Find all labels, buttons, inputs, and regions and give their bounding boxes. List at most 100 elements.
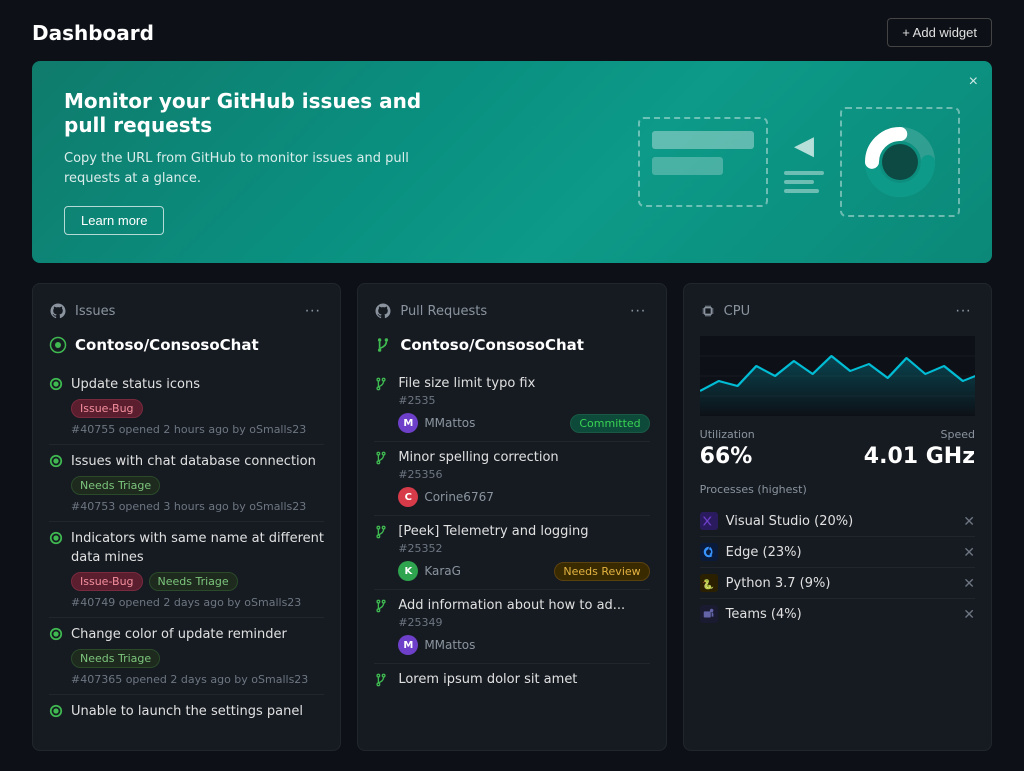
process-name: Teams (4%)	[726, 607, 964, 622]
process-close-button[interactable]: ✕	[963, 513, 975, 530]
pr-merge-icon	[374, 525, 388, 581]
github-icon	[49, 302, 67, 320]
issues-repo-title: Contoso/ConsosoChat	[49, 336, 324, 354]
illus-box-left	[638, 117, 768, 207]
issues-list: Update status icons Issue-Bug #40755 ope…	[49, 368, 324, 734]
main-content: Monitor your GitHub issues and pull requ…	[0, 61, 1024, 771]
process-item: Teams (4%) ✕	[700, 599, 975, 629]
pr-merge-icon	[374, 673, 388, 691]
process-close-button[interactable]: ✕	[963, 544, 975, 561]
process-item: Edge (23%) ✕	[700, 537, 975, 568]
cpu-widget-header: CPU ···	[700, 300, 975, 322]
issues-menu-button[interactable]: ···	[300, 300, 324, 322]
issues-widget: Issues ··· Contoso/ConsosoChat	[32, 283, 341, 751]
issue-item: Unable to launch the settings panel	[49, 695, 324, 734]
donut-chart-icon	[860, 122, 940, 202]
pr-merge-icon	[374, 599, 388, 655]
banner-description: Copy the URL from GitHub to monitor issu…	[64, 149, 444, 188]
issue-content: Update status icons Issue-Bug #40755 ope…	[71, 376, 324, 436]
process-close-button[interactable]: ✕	[963, 575, 975, 592]
pr-item: Minor spelling correction #25356 C Corin…	[374, 442, 649, 516]
pr-item: Add information about how to ad... #2534…	[374, 590, 649, 664]
process-close-button[interactable]: ✕	[963, 606, 975, 623]
vs-icon	[700, 512, 718, 530]
cpu-widget: CPU ···	[683, 283, 992, 751]
tag-bug: Issue-Bug	[71, 399, 143, 418]
cpu-stats: Utilization 66% Speed 4.01 GHz	[700, 428, 975, 469]
speed-stat: Speed 4.01 GHz	[864, 428, 975, 469]
tag-triage: Needs Triage	[149, 572, 238, 591]
issues-header-left: Issues	[49, 302, 115, 320]
cpu-icon	[700, 303, 716, 319]
tag-triage: Needs Triage	[71, 649, 160, 668]
issue-content: Change color of update reminder Needs Tr…	[71, 626, 324, 686]
pr-content: Lorem ipsum dolor sit amet	[398, 672, 649, 691]
learn-more-button[interactable]: Learn more	[64, 206, 164, 235]
pr-avatar: K	[398, 561, 418, 581]
banner-close-button[interactable]: ×	[969, 73, 978, 91]
speed-label: Speed	[864, 428, 975, 441]
issue-content: Issues with chat database connection Nee…	[71, 453, 324, 513]
page-title: Dashboard	[32, 21, 154, 45]
issue-open-icon	[49, 704, 63, 726]
pr-content: Add information about how to ad... #2534…	[398, 598, 649, 655]
pr-list: File size limit typo fix #2535 M MMattos…	[374, 368, 649, 699]
svg-text:🐍: 🐍	[702, 578, 714, 590]
illus-line	[784, 180, 814, 184]
teams-icon	[700, 605, 718, 623]
illus-arrow-section: ◀	[784, 131, 824, 193]
pr-header-left: Pull Requests	[374, 302, 487, 320]
pr-icon	[374, 336, 392, 354]
banner-content: Monitor your GitHub issues and pull requ…	[64, 89, 444, 235]
cpu-chart	[700, 336, 975, 416]
pr-avatar: M	[398, 413, 418, 433]
issue-item: Change color of update reminder Needs Tr…	[49, 618, 324, 695]
pr-content: Minor spelling correction #25356 C Corin…	[398, 450, 649, 507]
issue-item: Issues with chat database connection Nee…	[49, 445, 324, 522]
illus-lines	[784, 171, 824, 193]
pr-merge-icon	[374, 377, 388, 433]
pr-content: File size limit typo fix #2535 M MMattos…	[398, 376, 649, 433]
pr-user: K KaraG	[398, 561, 461, 581]
cpu-line-chart	[700, 336, 975, 416]
speed-value: 4.01 GHz	[864, 444, 975, 469]
pr-badge-committed: Committed	[570, 414, 649, 433]
issue-open-icon	[49, 627, 63, 686]
pr-user: M MMattos	[398, 413, 475, 433]
pr-user: C Corine6767	[398, 487, 494, 507]
pr-widget-header: Pull Requests ···	[374, 300, 649, 322]
illus-bar	[652, 157, 723, 175]
pr-widget: Pull Requests ··· Contoso/ConsosoChat	[357, 283, 666, 751]
issue-content: Indicators with same name at different d…	[71, 530, 324, 608]
illus-box-right	[840, 107, 960, 217]
pr-item: File size limit typo fix #2535 M MMattos…	[374, 368, 649, 442]
add-widget-button[interactable]: + Add widget	[887, 18, 992, 47]
banner-title: Monitor your GitHub issues and pull requ…	[64, 89, 444, 137]
pr-repo-title: Contoso/ConsosoChat	[374, 336, 649, 354]
process-item: 🐍 Python 3.7 (9%) ✕	[700, 568, 975, 599]
header: Dashboard + Add widget	[0, 0, 1024, 61]
illus-line	[784, 171, 824, 175]
utilization-label: Utilization	[700, 428, 755, 441]
issue-open-icon	[49, 454, 63, 513]
processes-header: Processes (highest)	[700, 483, 975, 496]
cpu-widget-title: CPU	[724, 304, 750, 319]
issues-repo-icon	[49, 336, 67, 354]
issue-open-icon	[49, 531, 63, 608]
process-item: Visual Studio (20%) ✕	[700, 506, 975, 537]
utilization-stat: Utilization 66%	[700, 428, 755, 469]
tag-bug: Issue-Bug	[71, 572, 143, 591]
issue-open-icon	[49, 377, 63, 436]
pr-avatar: M	[398, 635, 418, 655]
pr-menu-button[interactable]: ···	[626, 300, 650, 322]
tag-triage: Needs Triage	[71, 476, 160, 495]
illus-line	[784, 189, 819, 193]
pr-widget-title: Pull Requests	[400, 304, 487, 319]
pr-content: [Peek] Telemetry and logging #25352 K Ka…	[398, 524, 649, 581]
banner-illustration: ◀	[638, 107, 960, 217]
issue-item: Update status icons Issue-Bug #40755 ope…	[49, 368, 324, 445]
cpu-menu-button[interactable]: ···	[951, 300, 975, 322]
issue-content: Unable to launch the settings panel	[71, 703, 324, 726]
promo-banner: Monitor your GitHub issues and pull requ…	[32, 61, 992, 263]
issue-item: Indicators with same name at different d…	[49, 522, 324, 617]
